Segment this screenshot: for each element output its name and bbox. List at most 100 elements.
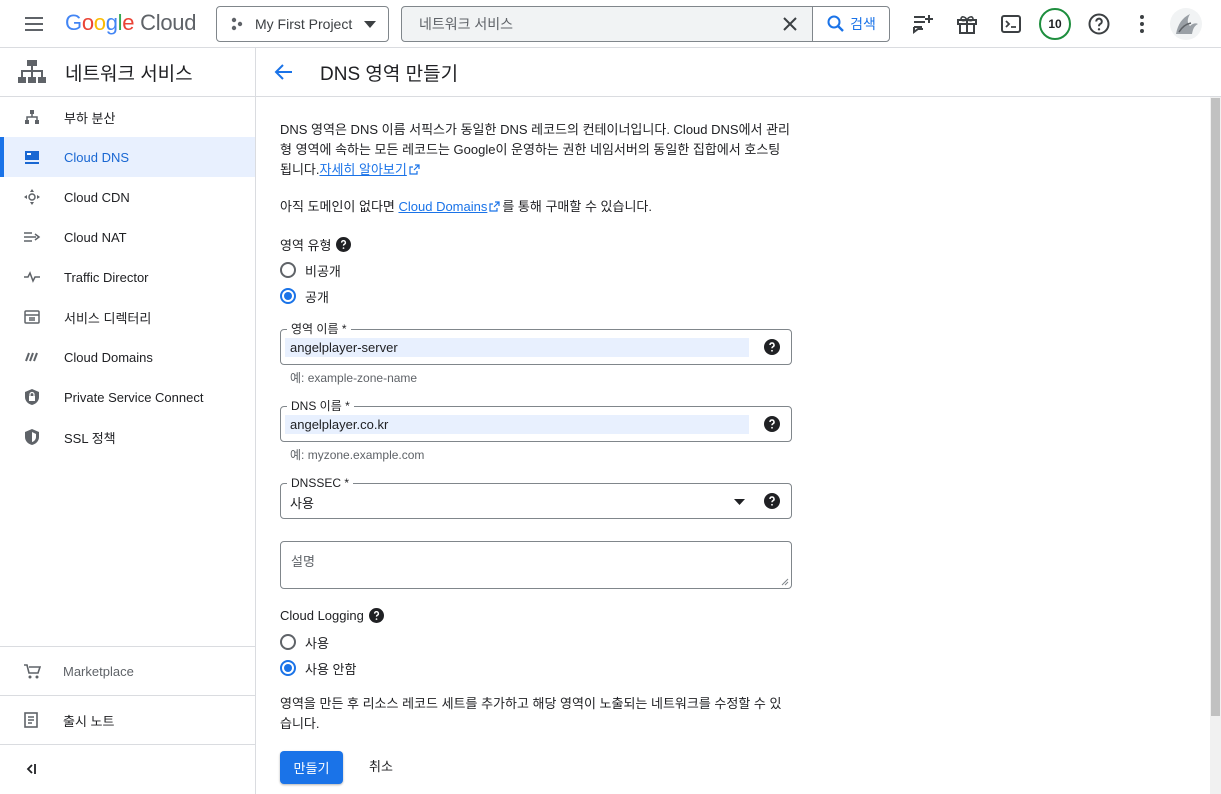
zone-name-label: 영역 이름 * [287, 322, 351, 336]
shopping-cart-icon [24, 664, 41, 679]
sidebar-header: 네트워크 서비스 [0, 48, 255, 97]
search-bar[interactable]: 네트워크 서비스 검색 [401, 6, 890, 42]
sidebar-item-load-balancing[interactable]: 부하 분산 [0, 97, 255, 137]
zone-name-hint: 예: example-zone-name [290, 371, 418, 385]
cancel-button[interactable]: 취소 [355, 749, 407, 782]
sidebar-item-service-directory[interactable]: 서비스 디렉터리 [0, 297, 255, 337]
dns-name-input[interactable]: angelplayer.co.kr [285, 415, 749, 434]
gift-icon[interactable] [955, 12, 979, 36]
help-icon[interactable] [368, 608, 384, 623]
sidebar-item-private-service-connect[interactable]: Private Service Connect [0, 377, 255, 417]
dns-name-label: DNS 이름 * [287, 399, 354, 413]
sidebar-item-cloud-domains[interactable]: Cloud Domains [0, 337, 255, 377]
intro-paragraph: DNS 영역은 DNS 이름 서픽스가 동일한 DNS 레코드의 컨테이너입니다… [280, 122, 791, 177]
radio-private[interactable]: 비공개 [280, 257, 341, 283]
cloud-dns-icon [23, 148, 41, 166]
sidebar-item-ssl-policy[interactable]: SSL 정책 [0, 417, 255, 457]
scrollbar-thumb[interactable] [1211, 98, 1220, 716]
search-icon [827, 15, 844, 32]
sidebar-title: 네트워크 서비스 [65, 63, 193, 85]
radio-button[interactable] [280, 288, 296, 304]
sidebar-item-label: Cloud NAT [64, 229, 127, 245]
cloud-logging-radio-group: 사용 사용 안함 [280, 629, 356, 681]
resize-handle-icon[interactable] [780, 577, 789, 586]
description-placeholder: 설명 [291, 554, 315, 569]
zone-name-field[interactable]: 영역 이름 * angelplayer-server [280, 322, 792, 365]
sidebar-item-label: Private Service Connect [64, 389, 204, 405]
help-icon[interactable] [1087, 12, 1111, 36]
radio-logging-on[interactable]: 사용 [280, 629, 356, 655]
description-textarea[interactable]: 설명 [280, 541, 792, 589]
avatar[interactable] [1170, 8, 1202, 40]
sidebar-item-label: Cloud DNS [64, 149, 130, 165]
sidebar-item-label: Traffic Director [64, 269, 149, 285]
collapse-sidebar-button[interactable] [0, 744, 255, 793]
search-button[interactable]: 검색 [812, 7, 889, 41]
dnssec-label: DNSSEC * [287, 476, 354, 490]
help-icon[interactable] [336, 237, 352, 252]
dns-name-hint: 예: myzone.example.com [290, 448, 425, 462]
help-icon[interactable] [764, 339, 780, 355]
external-link-icon [489, 201, 500, 212]
sidebar-footer: Marketplace 출시 노트 [0, 646, 255, 793]
sidebar-item-label: SSL 정책 [64, 430, 116, 446]
sidebar-item-cloud-dns[interactable]: Cloud DNS [0, 137, 255, 177]
google-cloud-logo[interactable]: Google Cloud [65, 10, 196, 36]
sidebar-item-label: 부하 분산 [64, 110, 116, 126]
dnssec-select[interactable]: DNSSEC * 사용 [280, 476, 792, 519]
release-notes-icon [24, 712, 38, 728]
radio-logging-off[interactable]: 사용 안함 [280, 655, 356, 681]
dns-name-field[interactable]: DNS 이름 * angelplayer.co.kr [280, 399, 792, 442]
sidebar-item-cloud-nat[interactable]: Cloud NAT [0, 217, 255, 257]
zone-type-heading: 영역 유형 [280, 235, 352, 254]
service-directory-icon [23, 308, 41, 326]
sidebar-item-cloud-cdn[interactable]: Cloud CDN [0, 177, 255, 217]
scrollbar[interactable] [1210, 97, 1221, 794]
marketplace-link[interactable]: Marketplace [0, 646, 255, 695]
dnssec-value: 사용 [290, 496, 314, 511]
collapse-icon [26, 764, 36, 774]
sidebar-item-traffic-director[interactable]: Traffic Director [0, 257, 255, 297]
project-picker[interactable]: My First Project [216, 6, 389, 42]
page-header: DNS 영역 만들기 [256, 48, 1221, 97]
feedback-icon[interactable] [911, 12, 935, 36]
domain-paragraph: 아직 도메인이 없다면 Cloud Domains 를 통해 구매할 수 있습니다… [280, 199, 652, 214]
traffic-director-icon [23, 268, 41, 286]
notifications-badge[interactable]: 10 [1039, 8, 1071, 40]
create-button[interactable]: 만들기 [280, 751, 343, 784]
search-input[interactable]: 네트워크 서비스 [419, 14, 780, 34]
top-bar: Google Cloud My First Project 네트워크 서비스 검색… [0, 0, 1221, 48]
private-service-connect-icon [23, 388, 41, 406]
external-link-icon [409, 164, 420, 175]
network-services-icon [18, 60, 46, 83]
zone-name-input[interactable]: angelplayer-server [285, 338, 749, 357]
clear-search-icon[interactable] [780, 14, 800, 34]
cloud-logging-heading: Cloud Logging [280, 608, 384, 623]
project-name: My First Project [255, 16, 353, 32]
footer-paragraph: 영역을 만든 후 리소스 레코드 세트를 추가하고 해당 영역이 노출되는 네트… [280, 696, 782, 731]
cloud-shell-icon[interactable] [999, 12, 1023, 36]
chevron-down-icon [364, 21, 376, 29]
help-icon[interactable] [764, 493, 780, 509]
sidebar-item-label: Cloud Domains [64, 349, 153, 365]
hamburger-menu-icon[interactable] [22, 12, 46, 36]
cloud-cdn-icon [23, 188, 41, 206]
ssl-policy-icon [23, 428, 41, 446]
release-notes-link[interactable]: 출시 노트 [0, 695, 255, 744]
project-icon [229, 16, 245, 32]
cloud-nat-icon [23, 228, 41, 246]
radio-button[interactable] [280, 660, 296, 676]
sidebar-item-label: Cloud CDN [64, 189, 130, 205]
cloud-domains-link[interactable]: Cloud Domains [398, 199, 487, 214]
radio-button[interactable] [280, 634, 296, 650]
page-title: DNS 영역 만들기 [320, 63, 459, 85]
help-icon[interactable] [764, 416, 780, 432]
radio-public[interactable]: 공개 [280, 283, 341, 309]
load-balancing-icon [23, 108, 41, 126]
radio-button[interactable] [280, 262, 296, 278]
dropdown-arrow-icon[interactable] [734, 499, 745, 505]
more-vert-icon[interactable] [1130, 12, 1154, 36]
back-arrow-icon[interactable] [274, 62, 294, 82]
zone-type-radio-group: 비공개 공개 [280, 257, 341, 309]
learn-more-link[interactable]: 자세히 알아보기 [320, 162, 407, 177]
